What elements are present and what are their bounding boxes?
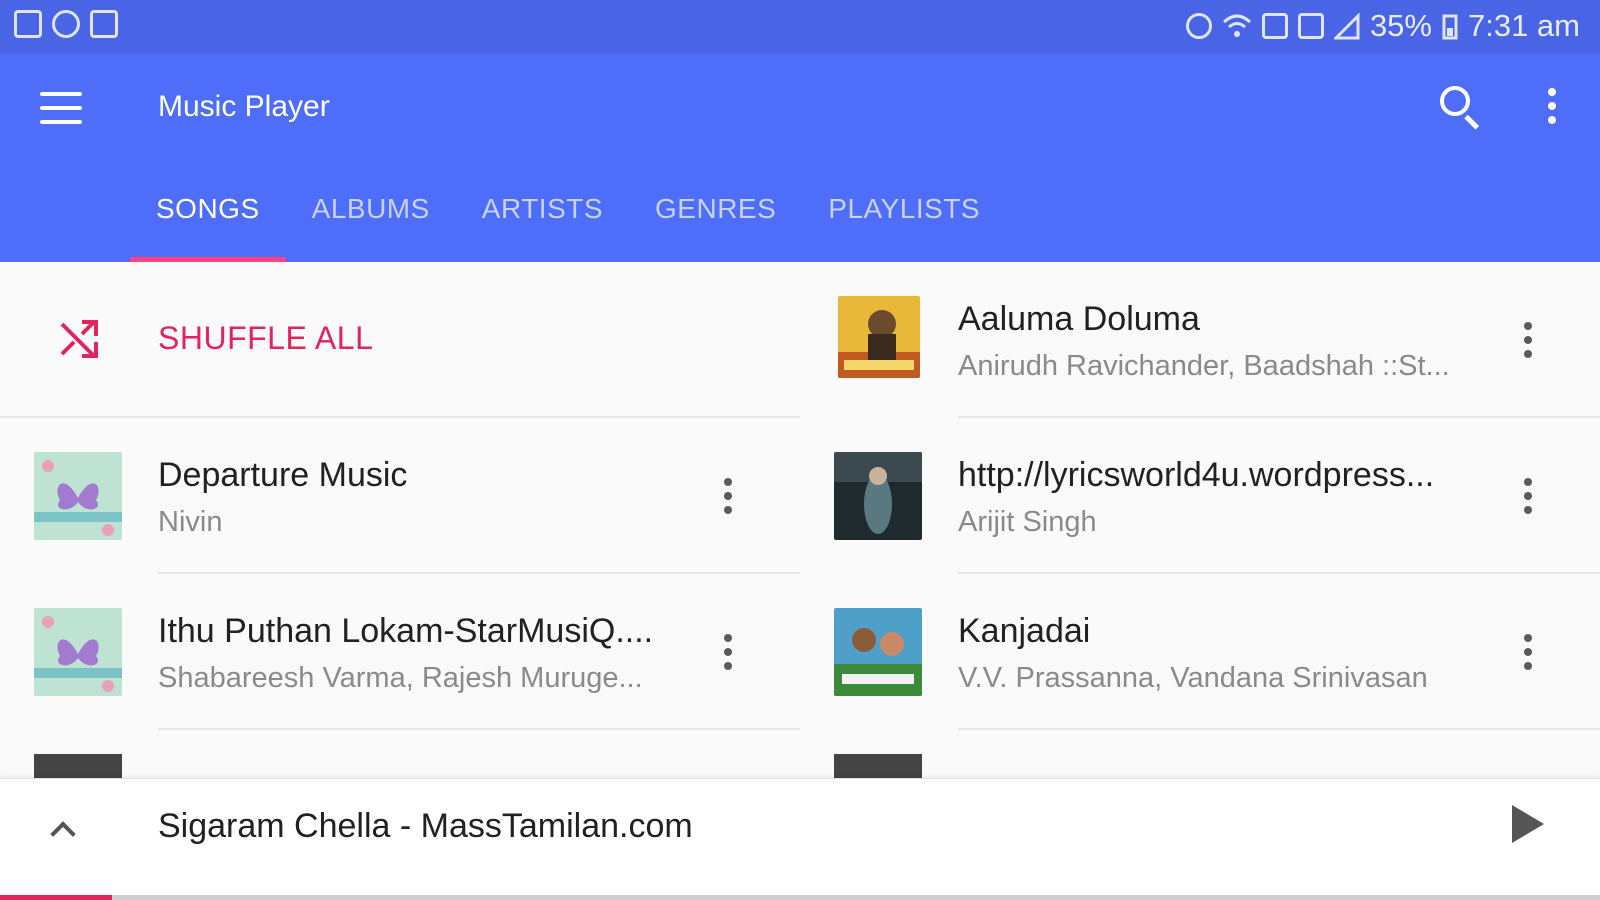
shuffle-icon bbox=[60, 320, 98, 358]
album-art-lyricsworld bbox=[834, 452, 922, 540]
album-art-partial bbox=[834, 754, 922, 778]
album-art-partial bbox=[34, 754, 122, 778]
battery-icon bbox=[1442, 14, 1458, 40]
tab-label: ARTISTS bbox=[481, 193, 604, 224]
song-list: SHUFFLE ALL Departure Music Nivin Ithu P… bbox=[0, 262, 1600, 778]
album-art-departure bbox=[34, 452, 122, 540]
album-art-aaluma bbox=[838, 296, 920, 378]
playback-progress-bar[interactable] bbox=[0, 895, 1600, 900]
tab-genres[interactable]: GENRES bbox=[629, 182, 802, 262]
status-bar: 35% 7:31 am bbox=[0, 0, 1600, 54]
alarm-icon bbox=[1185, 13, 1212, 39]
song-column-right: Aaluma Doluma Anirudh Ravichander, Baads… bbox=[800, 262, 1600, 778]
playback-progress-fill bbox=[0, 895, 112, 900]
status-bar-right: 35% 7:31 am bbox=[1185, 8, 1580, 44]
now-playing-title: Sigaram Chella - MassTamilan.com bbox=[158, 807, 693, 845]
song-row-ithu-puthan-lokam[interactable]: Ithu Puthan Lokam-StarMusiQ.... Shabaree… bbox=[0, 574, 800, 730]
search-icon[interactable] bbox=[1438, 84, 1482, 130]
more-vert-icon[interactable] bbox=[716, 630, 740, 674]
chrome-icon bbox=[52, 10, 80, 38]
battery-percent: 35% bbox=[1369, 8, 1432, 43]
tab-playlists[interactable]: PLAYLISTS bbox=[802, 182, 1006, 262]
song-artist: Anirudh Ravichander, Baadshah ::St... bbox=[958, 350, 1450, 382]
hamburger-menu-icon[interactable] bbox=[40, 92, 82, 124]
app-title: Music Player bbox=[158, 90, 330, 123]
gallery-icon bbox=[14, 10, 42, 38]
divider bbox=[158, 728, 800, 730]
shuffle-all-label: SHUFFLE ALL bbox=[158, 320, 374, 356]
nfc-icon bbox=[1261, 13, 1288, 39]
clock: 7:31 am bbox=[1467, 8, 1580, 43]
tab-songs[interactable]: SONGS bbox=[130, 182, 286, 262]
more-vert-icon[interactable] bbox=[716, 474, 740, 518]
song-column-left: SHUFFLE ALL Departure Music Nivin Ithu P… bbox=[0, 262, 800, 778]
song-row-lyricsworld[interactable]: http://lyricsworld4u.wordpress... Arijit… bbox=[800, 418, 1600, 574]
status-bar-left-icons bbox=[14, 10, 118, 38]
signal-icon bbox=[1333, 12, 1360, 40]
song-row-kanjadai[interactable]: Kanjadai V.V. Prassanna, Vandana Sriniva… bbox=[800, 574, 1600, 730]
album-art-ithu-puthan bbox=[34, 608, 122, 696]
more-vert-icon[interactable] bbox=[1516, 474, 1540, 518]
wifi-icon bbox=[1222, 14, 1251, 37]
mini-player[interactable]: Sigaram Chella - MassTamilan.com bbox=[0, 778, 1600, 900]
song-title: http://lyricsworld4u.wordpress... bbox=[958, 456, 1435, 494]
more-vert-icon[interactable] bbox=[1516, 318, 1540, 362]
song-row-departure-music[interactable]: Departure Music Nivin bbox=[0, 418, 800, 574]
song-title: Aaluma Doluma bbox=[958, 300, 1200, 338]
play-icon[interactable] bbox=[1506, 803, 1546, 847]
app-bar: Music Player SONGS ALBUMS ARTISTS GENRES… bbox=[0, 54, 1600, 262]
chevron-up-icon[interactable] bbox=[48, 815, 76, 843]
more-vert-icon[interactable] bbox=[1540, 84, 1564, 128]
album-art-kanjadai bbox=[834, 608, 922, 696]
song-title: Departure Music bbox=[158, 456, 408, 494]
song-artist: V.V. Prassanna, Vandana Srinivasan bbox=[958, 662, 1428, 694]
usb-icon bbox=[90, 10, 118, 38]
shuffle-all-button[interactable]: SHUFFLE ALL bbox=[0, 262, 800, 418]
song-row-aaluma-doluma[interactable]: Aaluma Doluma Anirudh Ravichander, Baads… bbox=[800, 262, 1600, 418]
tab-albums[interactable]: ALBUMS bbox=[286, 182, 456, 262]
song-artist: Arijit Singh bbox=[958, 506, 1097, 538]
song-title: Kanjadai bbox=[958, 612, 1091, 650]
song-title: Ithu Puthan Lokam-StarMusiQ.... bbox=[158, 612, 654, 650]
tab-label: GENRES bbox=[655, 193, 777, 224]
divider bbox=[958, 728, 1600, 730]
tab-label: PLAYLISTS bbox=[828, 193, 981, 224]
more-vert-icon[interactable] bbox=[1516, 630, 1540, 674]
no-sim-icon bbox=[1297, 13, 1324, 39]
tab-label: SONGS bbox=[156, 193, 260, 224]
tab-bar: SONGS ALBUMS ARTISTS GENRES PLAYLISTS bbox=[130, 182, 1006, 262]
tab-label: ALBUMS bbox=[311, 193, 430, 224]
song-artist: Nivin bbox=[158, 506, 223, 538]
tab-artists[interactable]: ARTISTS bbox=[456, 182, 629, 262]
song-artist: Shabareesh Varma, Rajesh Muruge... bbox=[158, 662, 643, 694]
